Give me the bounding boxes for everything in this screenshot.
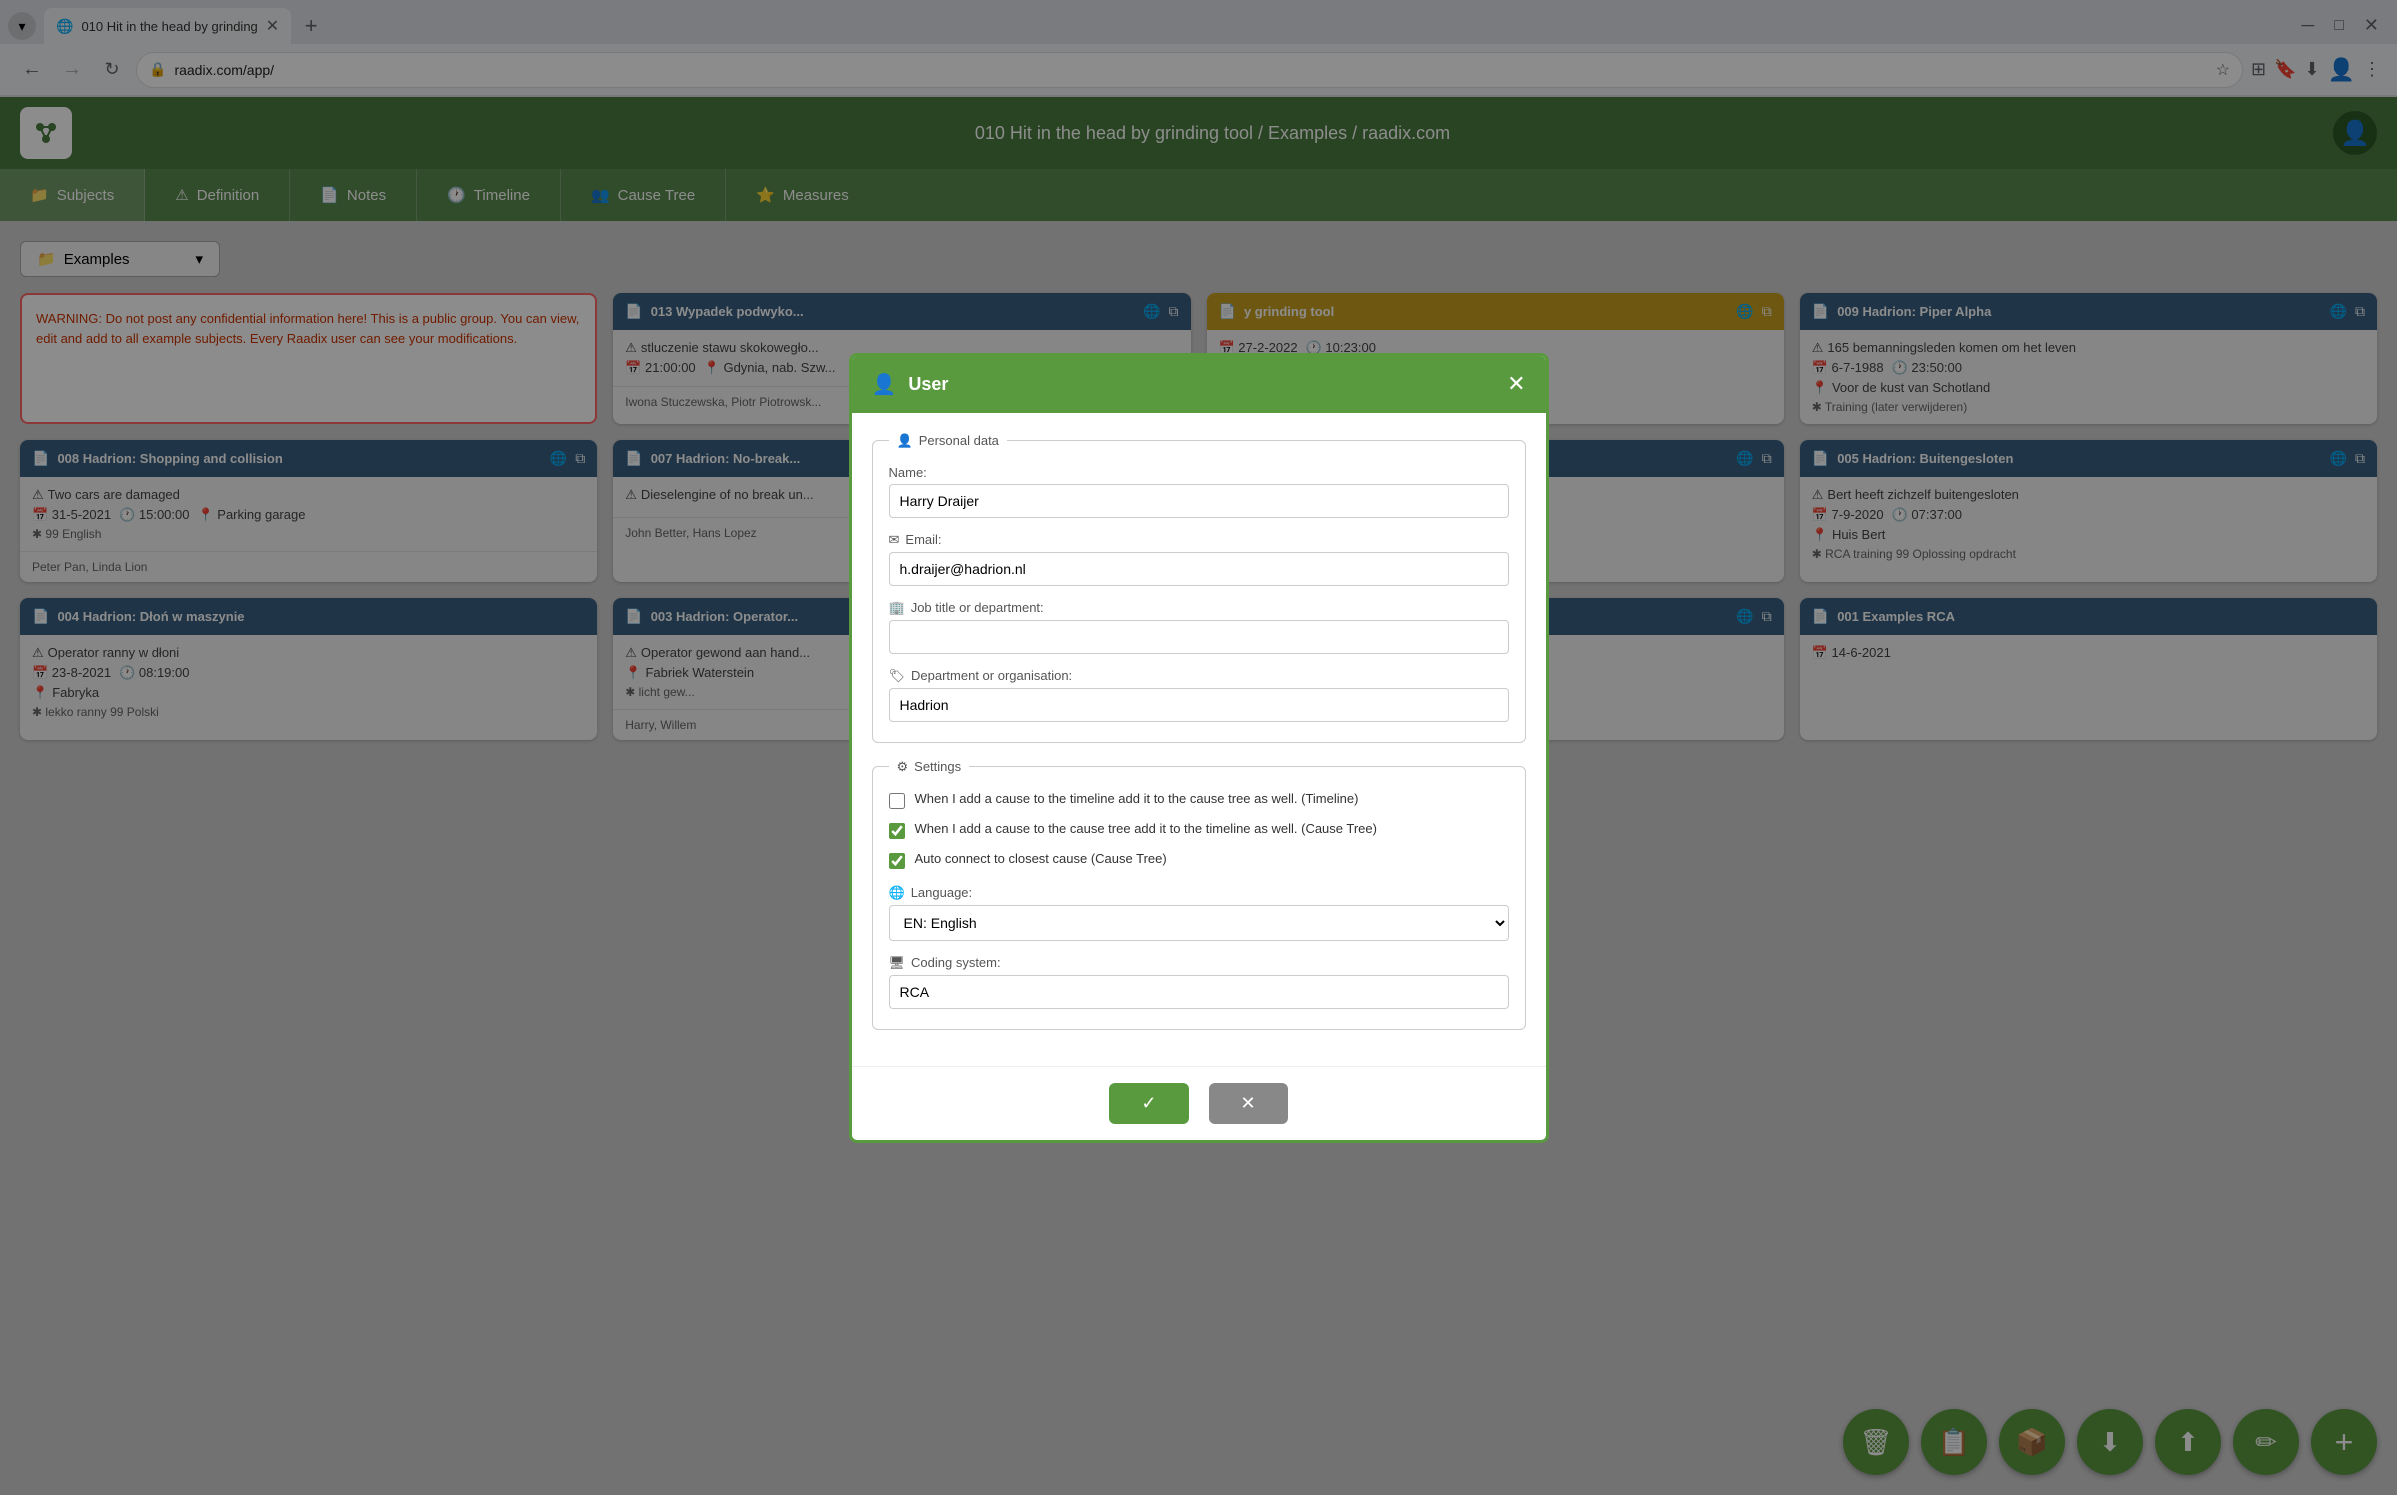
job-title-label: 🏢 Job title or department: [889, 600, 1509, 616]
coding-icon: 🖥 [889, 955, 906, 971]
language-icon: 🌐 [889, 885, 905, 901]
modal-footer: ✓ ✕ [852, 1066, 1546, 1140]
email-icon: ✉ [889, 532, 900, 548]
email-input[interactable] [889, 552, 1509, 586]
name-label: Name: [889, 465, 1509, 480]
name-input[interactable] [889, 484, 1509, 518]
job-title-icon: 🏢 [889, 600, 905, 616]
modal-ok-button[interactable]: ✓ [1109, 1083, 1188, 1124]
modal-cancel-button[interactable]: ✕ [1209, 1083, 1288, 1124]
personal-data-section: 👤 Personal data Name: ✉ Email: [872, 433, 1526, 743]
modal-header: 👤 User ✕ [852, 356, 1546, 413]
department-group: 🏷 Department or organisation: [889, 668, 1509, 722]
language-select[interactable]: EN: English NL: Nederlands DE: Deutsch F… [889, 905, 1509, 941]
settings-icon: ⚙ [897, 759, 909, 775]
settings-section: ⚙ Settings When I add a cause to the tim… [872, 759, 1526, 1030]
coding-label: 🖥 Coding system: [889, 955, 1509, 971]
modal-close-button[interactable]: ✕ [1507, 373, 1525, 395]
checkbox3-label: Auto connect to closest cause (Cause Tre… [915, 851, 1167, 866]
modal-title: User [908, 374, 1495, 395]
personal-data-legend: 👤 Personal data [889, 433, 1007, 449]
email-label: ✉ Email: [889, 532, 1509, 548]
modal-overlay: 👤 User ✕ 👤 Personal data Name: ✉ [0, 0, 2397, 1495]
department-icon: 🏷 [889, 668, 906, 684]
checkbox1-label: When I add a cause to the timeline add i… [915, 791, 1359, 806]
checkbox3-row: Auto connect to closest cause (Cause Tre… [889, 851, 1509, 869]
department-label: 🏷 Department or organisation: [889, 668, 1509, 684]
department-input[interactable] [889, 688, 1509, 722]
checkbox1-row: When I add a cause to the timeline add i… [889, 791, 1509, 809]
personal-data-icon: 👤 [897, 433, 913, 449]
cancel-x-icon: ✕ [1241, 1093, 1256, 1114]
language-group: 🌐 Language: EN: English NL: Nederlands D… [889, 885, 1509, 941]
job-title-group: 🏢 Job title or department: [889, 600, 1509, 654]
language-label: 🌐 Language: [889, 885, 1509, 901]
checkbox2-row: When I add a cause to the cause tree add… [889, 821, 1509, 839]
ok-check-icon: ✓ [1141, 1093, 1156, 1114]
settings-legend: ⚙ Settings [889, 759, 970, 775]
modal-user-icon: 👤 [872, 372, 897, 397]
checkbox1[interactable] [889, 793, 905, 809]
coding-input[interactable] [889, 975, 1509, 1009]
email-group: ✉ Email: [889, 532, 1509, 586]
user-modal: 👤 User ✕ 👤 Personal data Name: ✉ [849, 353, 1549, 1143]
checkbox2[interactable] [889, 823, 905, 839]
checkbox3[interactable] [889, 853, 905, 869]
modal-body: 👤 Personal data Name: ✉ Email: [852, 413, 1546, 1066]
coding-group: 🖥 Coding system: [889, 955, 1509, 1009]
name-group: Name: [889, 465, 1509, 518]
checkbox2-label: When I add a cause to the cause tree add… [915, 821, 1377, 836]
job-title-input[interactable] [889, 620, 1509, 654]
